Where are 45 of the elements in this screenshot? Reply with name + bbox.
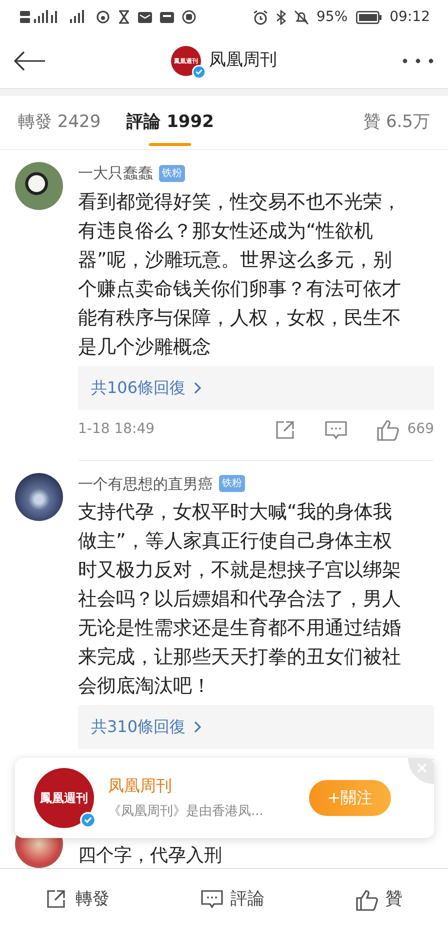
- signal-icon: [20, 9, 60, 25]
- comment-text: 四个字，代孕入刑: [78, 844, 222, 868]
- like-count: 669: [407, 420, 434, 439]
- thumbs-up-icon[interactable]: [377, 418, 400, 440]
- logo-text: 鳳凰週刊: [40, 790, 88, 807]
- fan-badge: 铁粉: [159, 164, 185, 182]
- hourglass-icon: [118, 10, 130, 24]
- replies-link[interactable]: 共106條回復: [78, 366, 434, 410]
- avatar-photo-placeholder: [15, 472, 63, 520]
- avatar-photo-placeholder: [15, 162, 63, 210]
- username[interactable]: 一个有思想的直男癌: [78, 472, 213, 495]
- toolbar-button[interactable]: 評論: [194, 886, 270, 914]
- thumbs-up-icon: [356, 888, 378, 910]
- fan-badge: 铁粉: [219, 475, 245, 492]
- clock-time: 09:12: [390, 8, 430, 26]
- account-description: 《凤凰周刊》是由香港凤...: [108, 803, 264, 822]
- tab[interactable]: 評論 1992: [126, 96, 214, 149]
- tab[interactable]: 轉發 2429: [18, 96, 101, 149]
- verified-badge-icon: [192, 65, 206, 79]
- chevron-right-icon: [194, 382, 202, 394]
- chevron-right-icon: [194, 721, 202, 733]
- verified-badge-icon: [80, 812, 96, 828]
- share-icon: [46, 888, 68, 910]
- comment-text: 支持代孕，女权平时大喊“我的身体我做主”，等人家真正行使自己身体主权时又极力反对，不就是想挟子宫以绑架社会吗？以后嫖娼和代孕合法了，男人无论是性需求还是生育都不用通过结婚来完成，让那些天天打拳的丑女们被社会彻底淘汰吧！: [78, 500, 402, 699]
- toolbar-button[interactable]: 轉發: [40, 886, 116, 914]
- battery-icon: [356, 10, 382, 24]
- battery-percentage: 95%: [316, 8, 348, 26]
- bluetooth-icon: [276, 10, 286, 24]
- username[interactable]: 一大只蠢蠢: [78, 162, 153, 184]
- toolbar-button[interactable]: 贊: [350, 886, 408, 914]
- comment-icon: [200, 888, 222, 910]
- comment-time: 1-18 18:49: [78, 420, 155, 439]
- app-icon: [96, 10, 110, 24]
- tab[interactable]: 贊 6.5万: [364, 96, 430, 149]
- bell-off-icon: [294, 10, 309, 24]
- comment-icon[interactable]: [325, 420, 348, 440]
- replies-link[interactable]: 共310條回復: [78, 705, 434, 749]
- comment-text: 看到都觉得好笑，性交易不也不光荣，有违良俗么？那女性还成为“性欲机器”呢，沙雕玩意。世界这么多元，别个赚点卖命钱关你们卵事？有法可依才能有秩序与保障，人权，女权，民生不是几个沙雕概念: [78, 190, 402, 360]
- page-title: 凤凰周刊: [209, 49, 277, 72]
- share-icon[interactable]: [275, 420, 296, 440]
- alarm-clock-icon: [252, 10, 268, 24]
- back-arrow-icon[interactable]: [14, 51, 46, 71]
- more-options-icon[interactable]: [402, 58, 434, 64]
- app-icon: [160, 10, 174, 24]
- mail-icon: [138, 10, 152, 24]
